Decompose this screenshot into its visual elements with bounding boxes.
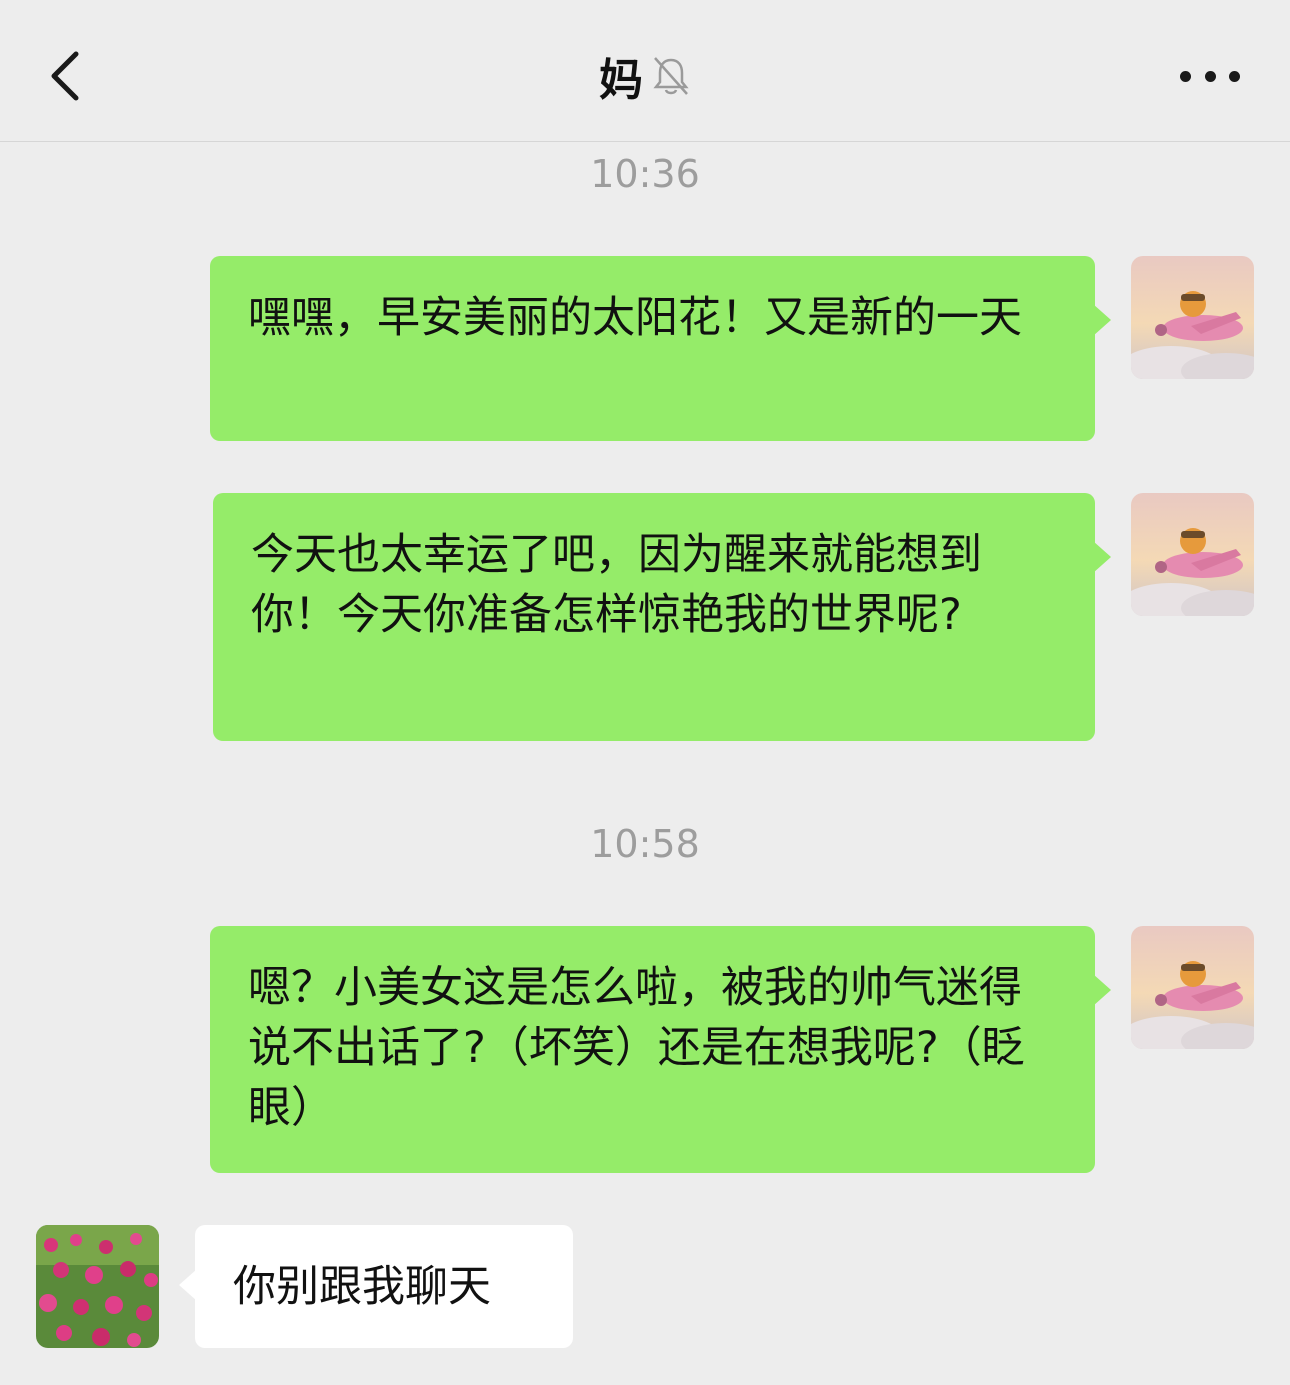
chat-title: 妈 — [599, 55, 643, 106]
chat-title-area: 妈 — [0, 44, 1290, 108]
outgoing-message-bubble[interactable]: 嗯？小美女这是怎么啦，被我的帅气迷得说不出话了?（坏笑）还是在想我呢?（眨眼） — [210, 926, 1111, 1173]
contact-avatar[interactable] — [36, 1225, 159, 1348]
my-avatar[interactable] — [1131, 256, 1254, 379]
my-avatar[interactable] — [1131, 493, 1254, 616]
avatar-image-plane — [1131, 256, 1254, 379]
more-options-button[interactable] — [1180, 58, 1240, 94]
timestamp: 10:36 — [590, 152, 700, 196]
my-avatar[interactable] — [1131, 926, 1254, 1049]
avatar-image-flowers — [36, 1225, 159, 1348]
more-dots-icon — [1180, 70, 1191, 82]
outgoing-message-bubble[interactable]: 今天也太幸运了吧，因为醒来就能想到你！今天你准备怎样惊艳我的世界呢? — [213, 493, 1111, 741]
outgoing-message-bubble[interactable]: 嘿嘿，早安美丽的太阳花！又是新的一天 — [210, 256, 1111, 441]
timestamp: 10:58 — [590, 822, 700, 866]
avatar-image-plane — [1131, 926, 1254, 1049]
avatar-image-plane — [1131, 493, 1254, 616]
incoming-message-bubble[interactable]: 你别跟我聊天 — [179, 1225, 573, 1348]
chat-header: 妈 — [0, 0, 1290, 142]
bell-muted-icon — [653, 57, 689, 95]
